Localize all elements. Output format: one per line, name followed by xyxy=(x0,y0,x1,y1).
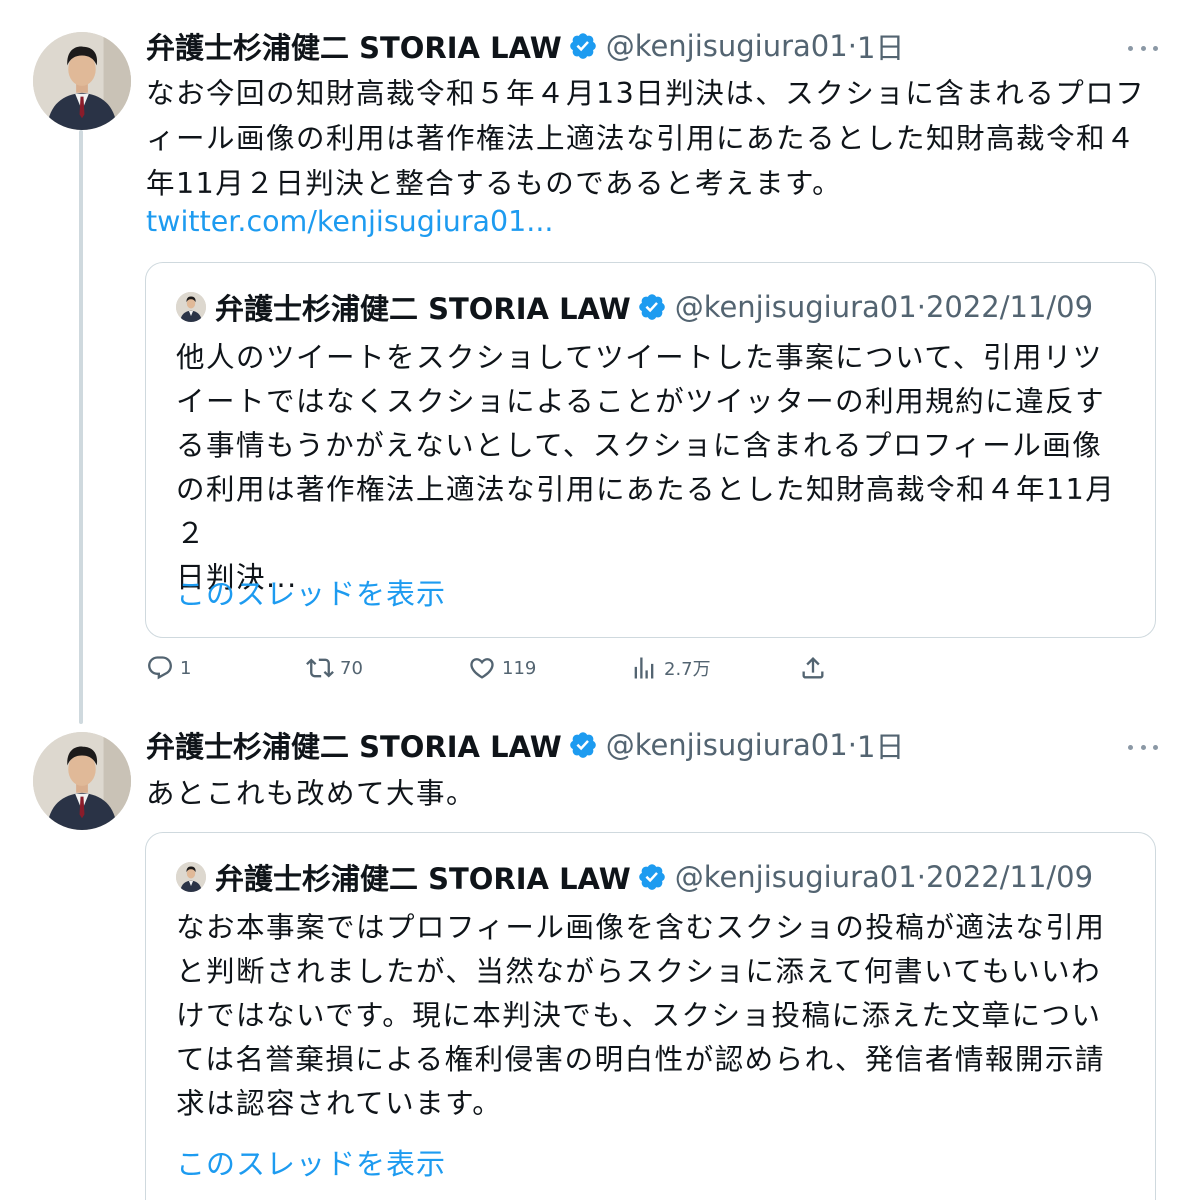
reply-count: 1 xyxy=(180,657,192,679)
more-icon[interactable] xyxy=(1128,38,1158,58)
tweet-text-line: ィール画像の利用は著作権法上適法な引用にあたるとした知財高裁令和４ xyxy=(146,122,1137,155)
quote-text-line: と判断されましたが、当然ながらスクショに添えて何書いてもいいわ xyxy=(176,955,1102,988)
quote-text-line: 求は認容されています。 xyxy=(176,1087,503,1120)
quote-author-name: 弁護士杉浦健二 STORIA LAW xyxy=(215,862,631,896)
tweet-text: なお今回の知財高裁令和５年４月13日判決は、スクショに含まれるプロフ ィール画像… xyxy=(146,71,1146,206)
quote-avatar xyxy=(176,292,206,322)
avatar[interactable] xyxy=(33,732,131,830)
views-button[interactable]: 2.7万 xyxy=(630,654,711,682)
author-handle[interactable]: @kenjisugiura01 xyxy=(606,728,848,762)
quote-tweet-card[interactable]: 弁護士杉浦健二 STORIA LAW @kenjisugiura01 · 202… xyxy=(145,832,1156,1200)
like-count: 119 xyxy=(502,657,537,679)
quote-date: 2022/11/09 xyxy=(925,290,1094,324)
quote-tweet-card[interactable]: 弁護士杉浦健二 STORIA LAW @kenjisugiura01 · 202… xyxy=(145,262,1156,638)
quote-header: 弁護士杉浦健二 STORIA LAW @kenjisugiura01 · 202… xyxy=(176,857,1093,897)
quote-date: 2022/11/09 xyxy=(925,860,1094,894)
author-name[interactable]: 弁護士杉浦健二 STORIA LAW xyxy=(146,724,562,766)
share-icon xyxy=(802,657,824,679)
tweet-header: 弁護士杉浦健二 STORIA LAW @kenjisugiura01 · 1日 xyxy=(146,26,904,66)
tweet-text: あとこれも改めて大事。 xyxy=(146,771,1146,816)
verified-badge-icon xyxy=(568,730,598,760)
thread-connector-line xyxy=(79,130,83,724)
reply-icon xyxy=(148,656,172,680)
more-icon[interactable] xyxy=(1128,737,1158,757)
quote-text-line: ては名誉棄損による権利侵害の明白性が認められ、発信者情報開示請 xyxy=(176,1043,1105,1076)
share-button[interactable] xyxy=(799,654,827,682)
quote-avatar xyxy=(176,862,206,892)
tweet-text-line: なお今回の知財高裁令和５年４月13日判決は、スクショに含まれるプロフ xyxy=(146,77,1146,110)
header-separator: · xyxy=(847,728,857,762)
reply-button[interactable]: 1 xyxy=(146,654,191,682)
retweet-count: 70 xyxy=(340,657,363,679)
quote-author-name: 弁護士杉浦健二 STORIA LAW xyxy=(215,292,631,326)
verified-badge-icon xyxy=(637,292,667,322)
avatar[interactable] xyxy=(33,32,131,130)
verified-badge-icon xyxy=(637,862,667,892)
quote-header: 弁護士杉浦健二 STORIA LAW @kenjisugiura01 · 202… xyxy=(176,287,1093,327)
tweet-action-bar: 1 70 119 2.7万 xyxy=(0,654,1187,690)
quote-text-line: けではないです。現に本判決でも、スクショ投稿に添えた文章につい xyxy=(176,999,1102,1032)
header-separator: · xyxy=(916,860,926,894)
timestamp[interactable]: 1日 xyxy=(857,25,904,67)
retweet-button[interactable]: 70 xyxy=(306,654,363,682)
quote-text-line: 他人のツイートをスクショしてツイートした事案について、引用リツ xyxy=(176,341,1103,374)
quote-handle: @kenjisugiura01 xyxy=(674,290,917,324)
header-separator: · xyxy=(847,29,857,63)
quote-text: 他人のツイートをスクショしてツイートした事案について、引用リツ イートではなくス… xyxy=(176,336,1116,600)
quote-text-line: イートではなくスクショによることがツイッターの利用規約に違反す xyxy=(176,385,1106,418)
timestamp[interactable]: 1日 xyxy=(857,724,904,766)
quote-handle: @kenjisugiura01 xyxy=(674,860,917,894)
views-count: 2.7万 xyxy=(664,659,711,680)
quote-text: なお本事案ではプロフィール画像を含むスクショの投稿が適法な引用 と判断されました… xyxy=(176,906,1116,1126)
show-thread-link[interactable]: このスレッドを表示 xyxy=(176,571,446,613)
author-handle[interactable]: @kenjisugiura01 xyxy=(606,29,848,63)
tweet-link[interactable]: twitter.com/kenjisugiura01... xyxy=(146,199,553,244)
retweet-icon xyxy=(306,658,334,678)
tweet-text-line: あとこれも改めて大事。 xyxy=(146,777,477,810)
quote-text-line: る事情もうかがえないとして、スクショに含まれるプロフィール画像 xyxy=(176,429,1103,462)
tweet-header: 弁護士杉浦健二 STORIA LAW @kenjisugiura01 · 1日 xyxy=(146,725,904,765)
show-thread-link[interactable]: このスレッドを表示 xyxy=(176,1141,446,1183)
like-button[interactable]: 119 xyxy=(468,654,536,682)
quote-text-line: の利用は著作権法上適法な引用にあたるとした知財高裁令和４年11月２ xyxy=(176,473,1116,550)
views-icon xyxy=(634,657,654,679)
author-name[interactable]: 弁護士杉浦健二 STORIA LAW xyxy=(146,25,562,67)
like-icon xyxy=(470,658,494,679)
verified-badge-icon xyxy=(568,31,598,61)
quote-text-line: なお本事案ではプロフィール画像を含むスクショの投稿が適法な引用 xyxy=(176,911,1106,944)
header-separator: · xyxy=(916,290,926,324)
